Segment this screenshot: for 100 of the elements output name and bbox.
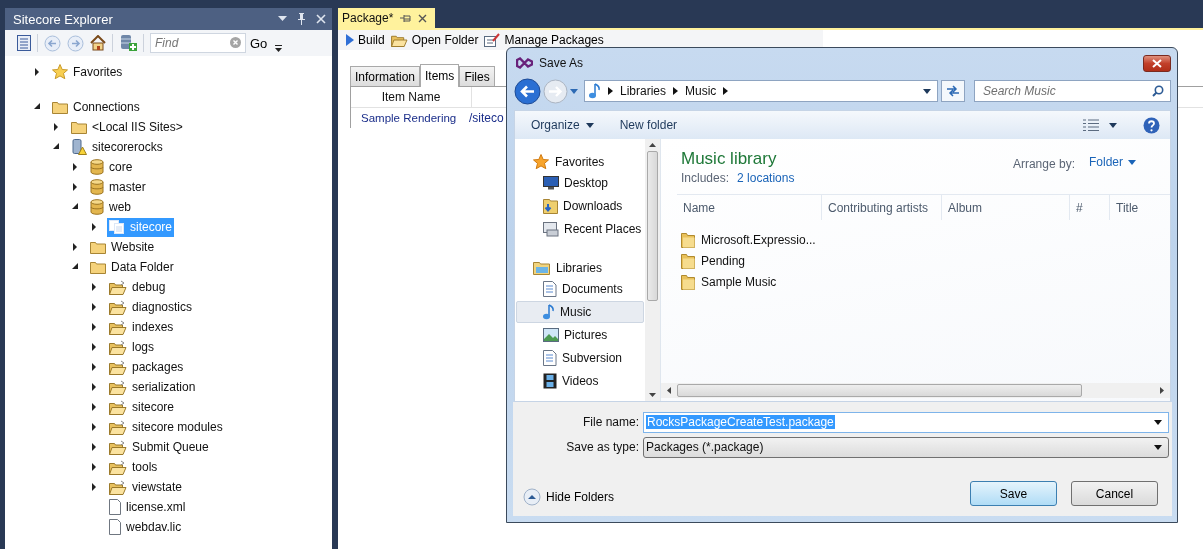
tree-item[interactable]: Connections <box>50 97 142 117</box>
tree-item[interactable]: <Local IIS Sites> <box>69 117 185 137</box>
document-tab[interactable]: Package* <box>338 8 436 28</box>
expand-arrow-icon[interactable] <box>90 303 98 311</box>
tab[interactable]: Files <box>459 66 495 86</box>
expand-arrow-icon[interactable] <box>33 68 41 76</box>
nav-item[interactable]: Recent Places <box>516 218 644 240</box>
tree-item[interactable]: diagnostics <box>107 297 195 317</box>
expand-arrow-icon[interactable] <box>90 443 98 451</box>
folder-list-item[interactable]: Microsoft.Expressio... <box>681 229 1170 250</box>
nav-item[interactable]: Desktop <box>516 172 644 194</box>
home-icon[interactable] <box>90 35 106 51</box>
tab[interactable]: Items <box>420 64 460 87</box>
locations-link[interactable]: 2 locations <box>737 171 795 185</box>
caret-icon[interactable] <box>1109 122 1117 128</box>
tree-item[interactable]: webdav.lic <box>107 517 184 537</box>
collapse-arrow-icon[interactable] <box>71 203 79 211</box>
go-button[interactable]: Go <box>248 35 270 51</box>
nav-group[interactable]: Favorites <box>515 151 645 172</box>
help-icon[interactable] <box>1143 116 1160 134</box>
tree-item[interactable]: debug <box>107 277 168 297</box>
save-type-dropdown[interactable]: Packages (*.package) <box>643 436 1169 458</box>
nav-group[interactable]: Libraries <box>515 257 645 278</box>
tree-item[interactable]: packages <box>107 357 186 377</box>
nav-item[interactable]: Downloads <box>516 195 644 217</box>
history-caret-icon[interactable] <box>570 88 578 94</box>
expand-arrow-icon[interactable] <box>71 163 79 171</box>
expand-arrow-icon[interactable] <box>90 423 98 431</box>
column-header[interactable]: Name <box>677 195 822 220</box>
folder-list-item[interactable]: Pending <box>681 250 1170 271</box>
refresh-button[interactable] <box>941 80 965 102</box>
column-header[interactable]: Item Name <box>351 87 472 107</box>
overflow-icon[interactable] <box>275 44 283 52</box>
tree-item[interactable]: Website <box>88 237 157 257</box>
add-database-icon[interactable] <box>119 34 137 52</box>
scrollbar[interactable] <box>661 383 1170 398</box>
toolbar-button[interactable]: Build <box>344 33 387 47</box>
breadcrumb-arrow-icon[interactable] <box>723 87 729 95</box>
expand-arrow-icon[interactable] <box>90 223 98 231</box>
tab[interactable]: Information <box>350 66 421 86</box>
column-header[interactable]: Album <box>942 195 1070 220</box>
nav-item[interactable]: Videos <box>516 370 644 392</box>
expand-arrow-icon[interactable] <box>90 403 98 411</box>
hide-folders-button[interactable]: Hide Folders <box>523 487 615 506</box>
address-bar[interactable]: Libraries Music <box>584 80 938 102</box>
tree-item[interactable]: web <box>88 197 133 217</box>
pin-icon[interactable] <box>400 13 412 23</box>
column-header[interactable]: Contributing artists <box>822 195 942 220</box>
column-header[interactable]: # <box>1070 195 1110 220</box>
command-button[interactable]: New folder <box>617 118 684 132</box>
tree-item[interactable]: master <box>88 177 148 197</box>
back-icon[interactable] <box>514 77 541 105</box>
scroll-right-icon[interactable] <box>1160 387 1164 394</box>
tree-item[interactable]: sitecore <box>107 397 177 417</box>
close-button[interactable] <box>1143 54 1171 72</box>
tree-item[interactable]: tools <box>107 457 160 477</box>
nav-item[interactable]: Subversion <box>516 347 644 369</box>
tree-item[interactable]: indexes <box>107 317 176 337</box>
toolbar-button[interactable]: Open Folder <box>388 33 481 47</box>
expand-arrow-icon[interactable] <box>90 383 98 391</box>
pin-icon[interactable] <box>297 13 306 25</box>
expand-arrow-icon[interactable] <box>52 123 60 131</box>
command-button[interactable]: Organize <box>529 118 600 132</box>
tree-item[interactable]: logs <box>107 337 156 357</box>
nav-item[interactable]: Documents <box>516 278 644 300</box>
nav-item[interactable]: Music <box>516 301 644 323</box>
dialog-button[interactable]: Save <box>970 481 1057 506</box>
expand-arrow-icon[interactable] <box>71 243 79 251</box>
expand-arrow-icon[interactable] <box>90 463 98 471</box>
toolbar-button[interactable]: Manage Packages <box>482 33 606 47</box>
tree-item[interactable]: sitecorerocks <box>69 137 165 157</box>
caret-icon[interactable] <box>923 88 931 94</box>
nav-item[interactable]: Pictures <box>516 324 644 346</box>
expand-arrow-icon[interactable] <box>90 343 98 351</box>
dialog-button[interactable]: Cancel <box>1071 481 1158 506</box>
scroll-up-icon[interactable] <box>649 143 656 147</box>
tree-item[interactable]: sitecore modules <box>107 417 225 437</box>
tree-item[interactable]: Favorites <box>50 62 125 82</box>
close-icon[interactable] <box>418 13 428 23</box>
scroll-left-icon[interactable] <box>667 387 671 394</box>
expand-arrow-icon[interactable] <box>90 363 98 371</box>
tree-item[interactable]: serialization <box>107 377 198 397</box>
collapse-arrow-icon[interactable] <box>33 103 41 111</box>
tree-item[interactable]: Submit Queue <box>107 437 211 457</box>
collapse-arrow-icon[interactable] <box>71 263 79 271</box>
list-icon[interactable] <box>17 35 31 51</box>
collapse-arrow-icon[interactable] <box>52 143 60 151</box>
tree-item[interactable]: Data Folder <box>88 257 176 277</box>
expand-arrow-icon[interactable] <box>90 483 98 491</box>
search-field[interactable]: Search Music <box>974 80 1171 102</box>
tree-item[interactable]: license.xml <box>107 497 188 517</box>
arrange-dropdown[interactable]: Folder <box>1089 155 1136 169</box>
breadcrumb[interactable]: Music <box>685 84 717 98</box>
dropdown-icon[interactable] <box>278 16 287 22</box>
folder-list-item[interactable]: Sample Music <box>681 271 1170 292</box>
tree-item[interactable]: core <box>88 157 135 177</box>
scroll-down-icon[interactable] <box>649 393 656 397</box>
view-options-icon[interactable] <box>1083 118 1099 132</box>
tree-item[interactable]: viewstate <box>107 477 185 497</box>
find-field[interactable]: Find <box>150 33 246 53</box>
